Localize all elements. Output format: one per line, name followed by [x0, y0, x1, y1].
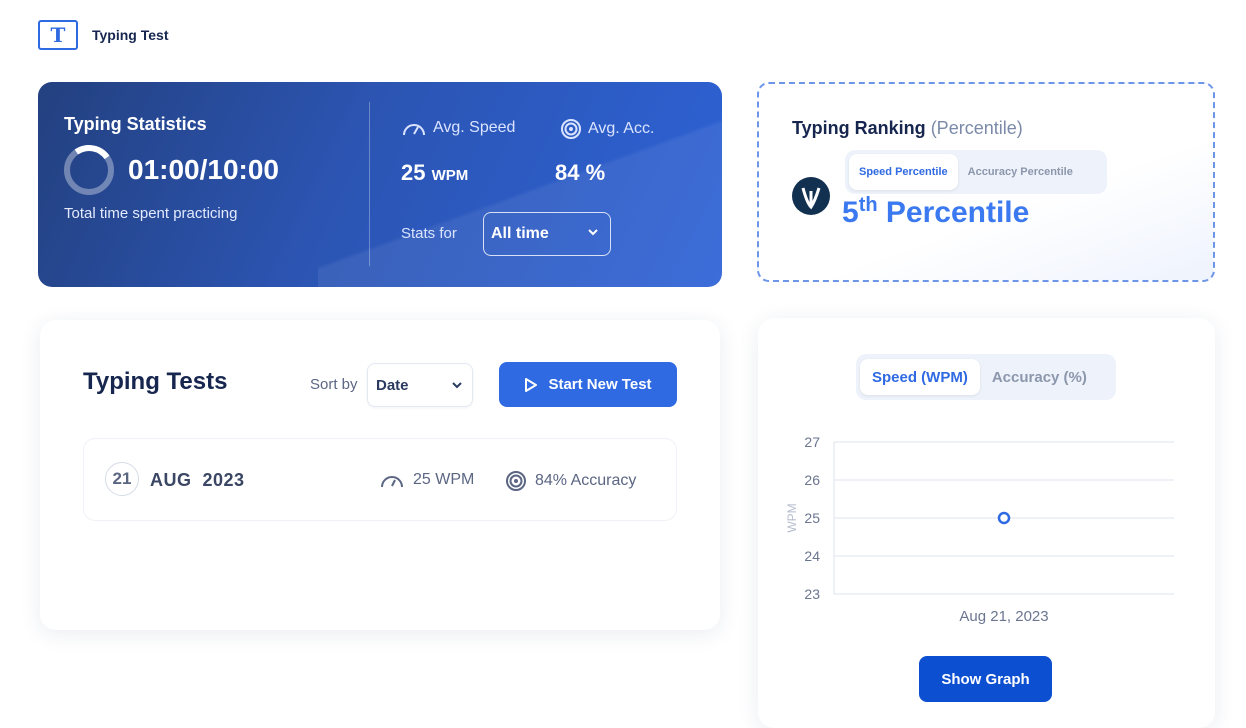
avg-speed-label: Avg. Speed: [433, 119, 516, 136]
test-accuracy: 84% Accuracy: [505, 470, 636, 492]
typing-statistics-card: Typing Statistics 01:00/10:00 Total time…: [38, 82, 722, 287]
time-caption: Total time spent practicing: [64, 205, 238, 222]
stats-period-select[interactable]: All time: [483, 212, 611, 256]
play-icon: [525, 377, 538, 392]
app-logo-icon: T: [38, 20, 78, 50]
percentile-number: 5: [842, 196, 859, 229]
progress-chart-card: Speed (WPM) Accuracy (%) 23 24 25 26 27 WPM Au…: [758, 318, 1215, 728]
start-new-test-label: Start New Test: [548, 376, 652, 393]
percentile-label: Percentile: [885, 196, 1030, 229]
y-axis-label: WPM: [785, 503, 799, 532]
test-month-year: AUG 2023: [150, 470, 245, 490]
ranking-avatar-icon: [792, 177, 830, 215]
percentile-value: 5th Percentile: [842, 194, 1029, 230]
y-tick-label: 24: [804, 548, 820, 564]
target-icon: [506, 471, 526, 491]
test-day: 21: [105, 462, 139, 496]
avg-speed-value-group: 25 WPM: [401, 160, 468, 186]
stats-summary: Typing Statistics 01:00/10:00 Total time…: [64, 114, 279, 222]
app-title: Typing Test: [92, 27, 169, 43]
avg-speed-unit: WPM: [431, 167, 469, 184]
percentile-suffix: th: [858, 194, 878, 216]
start-new-test-button[interactable]: Start New Test: [499, 362, 677, 407]
sort-value: Date: [376, 376, 409, 394]
show-graph-button[interactable]: Show Graph: [919, 656, 1052, 702]
target-icon: [561, 119, 581, 139]
sort-label: Sort by: [310, 376, 358, 393]
tab-accuracy-percent[interactable]: Accuracy (%): [980, 359, 1099, 395]
app-header: T Typing Test: [38, 20, 168, 50]
time-progress-ring: [64, 145, 114, 195]
time-practiced: 01:00/10:00: [128, 154, 280, 185]
avg-acc-label: Avg. Acc.: [588, 120, 655, 137]
speed-chart: 23 24 25 26 27 WPM Aug 21, 2023: [785, 434, 1174, 625]
typing-ranking-card: Typing Ranking (Percentile) Speed Percen…: [757, 82, 1215, 282]
tab-speed-percentile[interactable]: Speed Percentile: [849, 154, 958, 190]
chevron-down-icon: [452, 382, 462, 389]
typing-tests-card: Typing Tests Sort by Date Start New Test…: [40, 320, 720, 630]
timer-row: 01:00/10:00: [64, 145, 279, 195]
test-row[interactable]: 21 AUG 2023 25 WPM 84% Accuracy: [83, 438, 677, 521]
test-speed-value: 25 WPM: [413, 471, 475, 488]
avg-speed-label-group: Avg. Speed: [401, 118, 515, 138]
x-tick-label: Aug 21, 2023: [959, 608, 1048, 625]
tab-speed-wpm[interactable]: Speed (WPM): [860, 359, 980, 395]
ranking-subtitle: (Percentile): [930, 118, 1023, 138]
tab-accuracy-percentile[interactable]: Accuracy Percentile: [958, 154, 1083, 190]
y-tick-label: 23: [804, 586, 820, 602]
avg-acc-label-group: Avg. Acc.: [560, 118, 654, 140]
stats-for-label: Stats for: [401, 225, 457, 242]
avg-speed-value: 25: [401, 160, 426, 185]
card-shine: [318, 82, 722, 287]
test-speed: 25 WPM: [379, 470, 474, 490]
speedometer-icon: [381, 476, 403, 488]
avg-acc-value: 84 %: [555, 160, 606, 185]
data-point: [997, 511, 1011, 525]
ranking-tabs: Speed Percentile Accuracy Percentile: [845, 150, 1107, 194]
ranking-title-text: Typing Ranking: [792, 118, 926, 138]
y-tick-label: 25: [804, 510, 820, 526]
ranking-title: Typing Ranking (Percentile): [792, 118, 1023, 139]
chevron-down-icon: [588, 229, 598, 236]
speedometer-icon: [403, 124, 425, 136]
stats-divider: [369, 102, 370, 266]
y-tick-label: 26: [804, 472, 820, 488]
sort-select[interactable]: Date: [367, 363, 473, 407]
stats-title: Typing Statistics: [64, 114, 207, 134]
tests-title: Typing Tests: [83, 368, 228, 395]
y-tick-label: 27: [804, 434, 820, 450]
chart-tabs: Speed (WPM) Accuracy (%): [856, 354, 1116, 400]
stats-period-value: All time: [491, 225, 549, 242]
test-accuracy-value: 84% Accuracy: [535, 472, 637, 489]
